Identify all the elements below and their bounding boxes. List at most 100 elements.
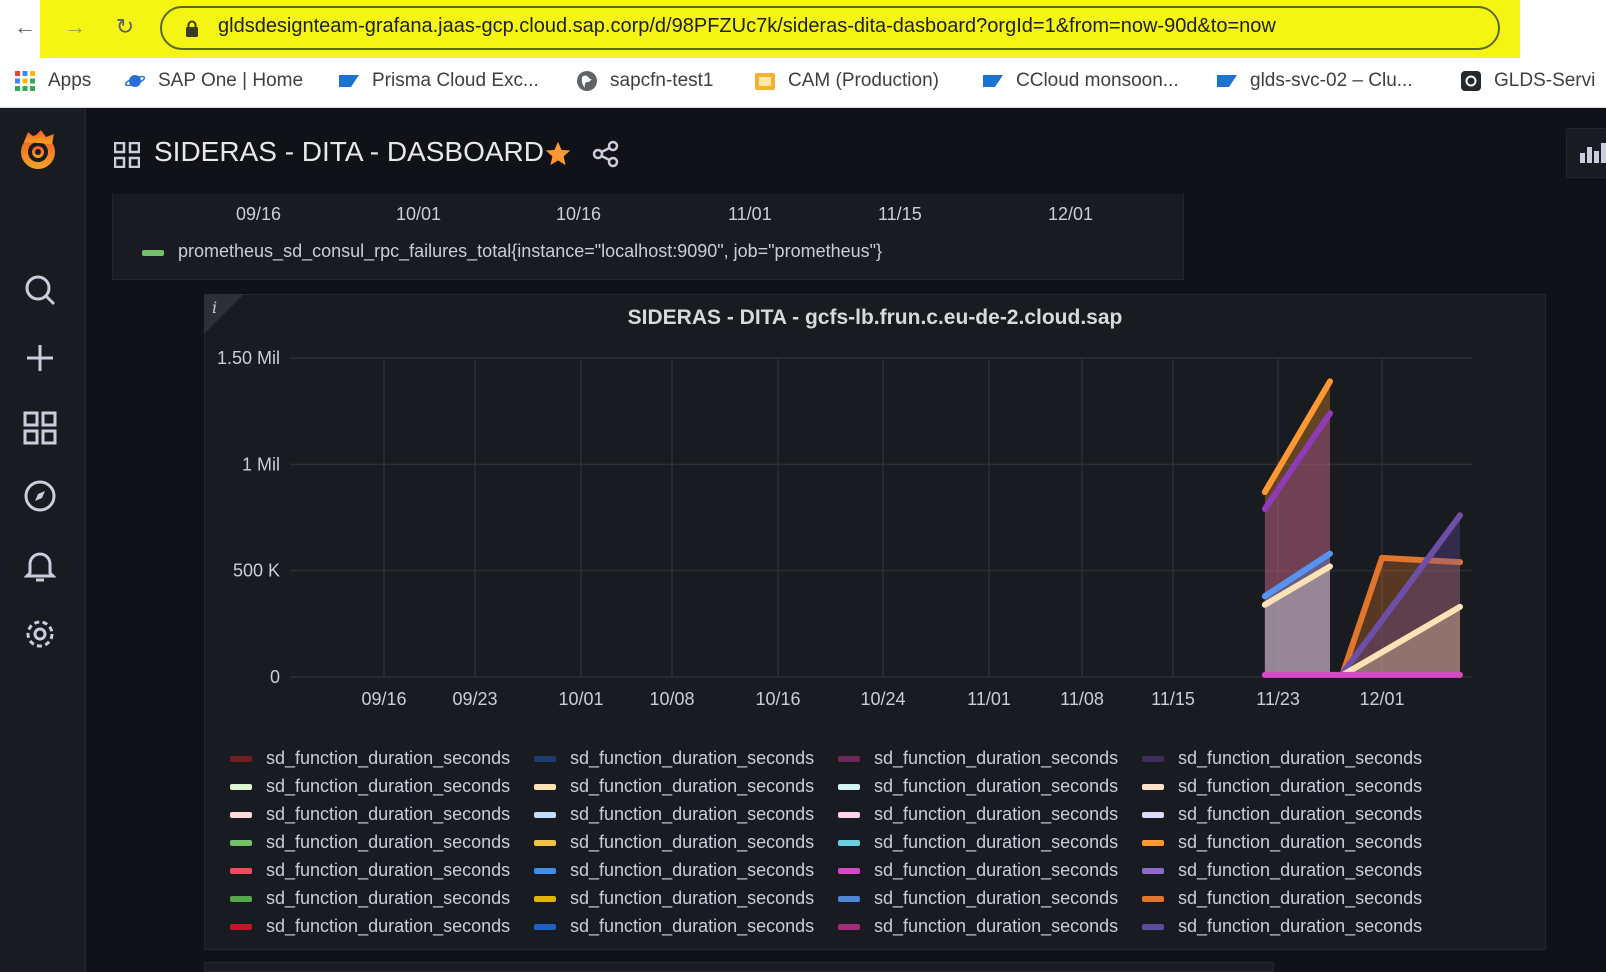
star-icon[interactable]: [544, 140, 572, 168]
legend-item[interactable]: sd_function_duration_seconds: [230, 804, 510, 825]
legend-color-swatch: [534, 783, 556, 790]
legend-color-swatch: [838, 895, 860, 902]
legend-series-label: sd_function_duration_seconds: [1178, 804, 1423, 824]
legend-series-label: sd_function_duration_seconds: [1178, 748, 1423, 768]
legend-color-swatch: [230, 839, 252, 846]
back-arrow-icon[interactable]: ←: [10, 12, 40, 42]
legend-series-label: sd_function_duration_seconds: [570, 888, 815, 908]
url-text[interactable]: gldsdesignteam-grafana.jaas-gcp.cloud.sa…: [218, 15, 1276, 38]
browser-toolbar: ← → ↻ gldsdesignteam-grafana.jaas-gcp.cl…: [0, 0, 1606, 58]
cam-icon: [755, 73, 775, 90]
panel-title[interactable]: SIDERAS - DITA - gcfs-lb.frun.c.eu-de-2.…: [204, 306, 1546, 330]
dashboard-grid-icon[interactable]: [114, 142, 140, 168]
bookmark-sapcfn[interactable]: sapcfn-test1: [576, 70, 714, 92]
reload-icon[interactable]: ↻: [110, 12, 140, 42]
dashboards-icon[interactable]: [20, 408, 60, 448]
legend-item[interactable]: sd_function_duration_seconds: [1142, 804, 1422, 825]
legend-item[interactable]: sd_function_duration_seconds: [534, 888, 814, 909]
legend-color-swatch: [230, 867, 252, 874]
settings-gear-icon[interactable]: [20, 614, 60, 654]
x-tick-label: 12/01: [1359, 689, 1404, 709]
legend-series-label: sd_function_duration_seconds: [266, 748, 511, 768]
legend-item[interactable]: sd_function_duration_seconds: [838, 776, 1118, 797]
forward-arrow-icon[interactable]: →: [60, 12, 90, 42]
y-tick-label: 1 Mil: [242, 454, 280, 474]
legend-item[interactable]: sd_function_duration_seconds: [534, 776, 814, 797]
chart-series: [1261, 378, 1463, 678]
bookmark-label: sapcfn-test1: [610, 70, 714, 91]
add-panel-button[interactable]: [1566, 128, 1606, 178]
time-series-chart[interactable]: 0 500 K 1 Mil 1.50 Mil 09/16 09/23 10/01 10/08 1…: [204, 340, 1546, 720]
apps-grid-icon: [15, 71, 35, 91]
legend-color-swatch: [534, 755, 556, 762]
explore-compass-icon[interactable]: [20, 476, 60, 516]
plus-icon[interactable]: [20, 338, 60, 378]
legend-item[interactable]: sd_function_duration_seconds: [838, 888, 1118, 909]
legend-color-swatch: [534, 867, 556, 874]
bookmark-label: Apps: [48, 70, 92, 91]
legend-color-swatch: [534, 811, 556, 818]
legend-item[interactable]: sd_function_duration_seconds: [534, 804, 814, 825]
top-x-tick: 11/01: [728, 204, 772, 224]
bookmark-label: Prisma Cloud Exc...: [372, 70, 539, 91]
legend-series-label: sd_function_duration_seconds: [570, 776, 815, 796]
x-tick-label: 10/08: [649, 689, 694, 709]
legend-item[interactable]: sd_function_duration_seconds: [1142, 916, 1422, 937]
legend-color-swatch: [1142, 895, 1164, 902]
legend-item[interactable]: sd_function_duration_seconds: [1142, 748, 1422, 769]
x-tick-label: 11/08: [1060, 689, 1104, 709]
bookmark-ccloud[interactable]: CCloud monsoon...: [982, 70, 1179, 92]
alerting-bell-icon[interactable]: [20, 546, 60, 586]
share-icon[interactable]: [592, 140, 620, 168]
legend-item[interactable]: sd_function_duration_seconds: [534, 748, 814, 769]
legend-item[interactable]: sd_function_duration_seconds: [838, 748, 1118, 769]
legend-color-swatch: [230, 783, 252, 790]
legend-series-label: sd_function_duration_seconds: [266, 860, 511, 880]
legend-item[interactable]: sd_function_duration_seconds: [838, 916, 1118, 937]
legend-item[interactable]: sd_function_duration_seconds: [838, 832, 1118, 853]
legend-series-label: sd_function_duration_seconds: [570, 832, 815, 852]
x-tick-label: 10/01: [558, 689, 603, 709]
legend-item[interactable]: sd_function_duration_seconds: [838, 804, 1118, 825]
legend-item[interactable]: sd_function_duration_seconds: [534, 860, 814, 881]
search-icon[interactable]: [20, 270, 60, 310]
bookmark-prisma[interactable]: Prisma Cloud Exc...: [338, 70, 539, 92]
legend-color-swatch: [534, 923, 556, 930]
legend-color-swatch: [230, 755, 252, 762]
legend-series-label: sd_function_duration_seconds: [266, 832, 511, 852]
legend-item[interactable]: sd_function_duration_seconds: [1142, 832, 1422, 853]
bookmark-glds-servi[interactable]: GLDS-Servi: [1460, 70, 1595, 92]
grafana-sidebar: [0, 108, 86, 972]
top-x-tick: 10/01: [396, 204, 442, 224]
legend-series-label: sd_function_duration_seconds: [570, 860, 815, 880]
legend-item[interactable]: sd_function_duration_seconds: [230, 776, 510, 797]
x-tick-label: 11/15: [1151, 689, 1195, 709]
legend-series-label: sd_function_duration_seconds: [266, 804, 511, 824]
legend-item[interactable]: sd_function_duration_seconds: [230, 860, 510, 881]
legend-item[interactable]: sd_function_duration_seconds: [230, 888, 510, 909]
x-tick-label: 10/24: [860, 689, 905, 709]
bookmark-cam[interactable]: CAM (Production): [754, 70, 939, 92]
legend-color-swatch: [838, 867, 860, 874]
bookmark-glds-svc[interactable]: glds-svc-02 – Clu...: [1216, 70, 1413, 92]
lock-icon: [186, 20, 198, 37]
grafana-logo-icon[interactable]: [12, 124, 64, 176]
legend-item[interactable]: sd_function_duration_seconds: [534, 832, 814, 853]
legend-item[interactable]: sd_function_duration_seconds: [534, 916, 814, 937]
legend-color-swatch: [838, 923, 860, 930]
legend-series-label[interactable]: prometheus_sd_consul_rpc_failures_total{…: [178, 241, 882, 262]
legend-item[interactable]: sd_function_duration_seconds: [230, 916, 510, 937]
legend-item[interactable]: sd_function_duration_seconds: [838, 860, 1118, 881]
legend-item[interactable]: sd_function_duration_seconds: [1142, 776, 1422, 797]
legend-item[interactable]: sd_function_duration_seconds: [1142, 888, 1422, 909]
x-tick-label: 10/16: [755, 689, 800, 709]
legend-item[interactable]: sd_function_duration_seconds: [230, 748, 510, 769]
bookmark-sap-one[interactable]: SAP One | Home: [124, 70, 303, 92]
dashboard-title[interactable]: SIDERAS - DITA - DASBOARD: [154, 136, 544, 168]
legend-item[interactable]: sd_function_duration_seconds: [230, 832, 510, 853]
bookmark-apps[interactable]: Apps: [14, 70, 91, 92]
top-x-tick: 11/15: [878, 204, 922, 224]
legend-series-label: sd_function_duration_seconds: [266, 888, 511, 908]
legend-color-swatch: [534, 839, 556, 846]
legend-item[interactable]: sd_function_duration_seconds: [1142, 860, 1422, 881]
